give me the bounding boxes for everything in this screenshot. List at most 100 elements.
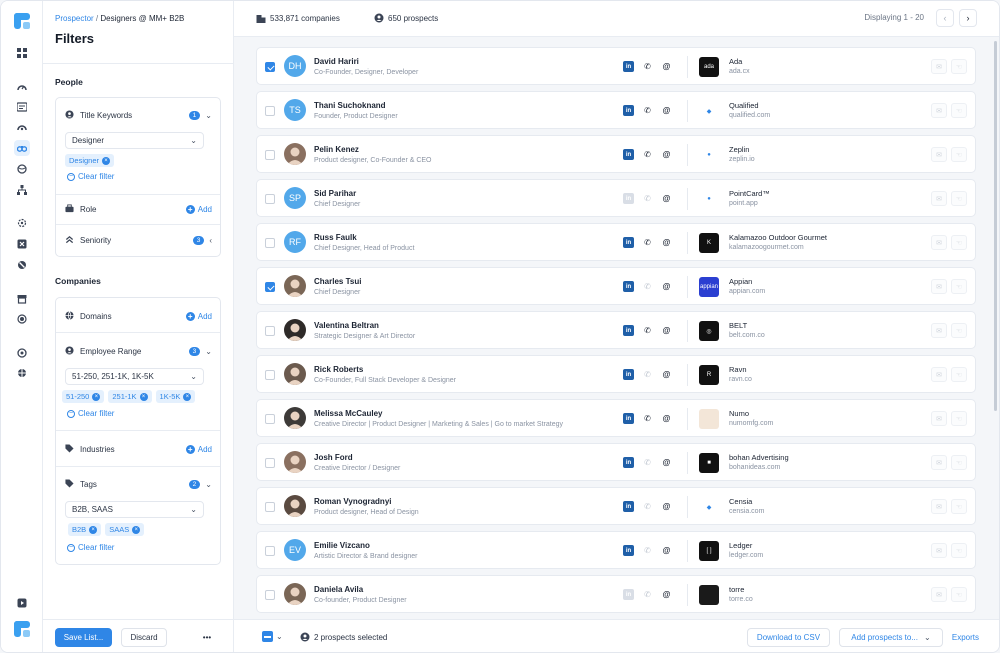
phone-icon[interactable]: ✆: [642, 413, 653, 424]
hand-icon[interactable]: ☜: [951, 455, 967, 470]
linkedin-icon[interactable]: in: [623, 413, 634, 424]
hand-icon[interactable]: ☜: [951, 103, 967, 118]
globe-icon[interactable]: [14, 161, 30, 177]
chevron-down-icon[interactable]: ⌄: [205, 480, 212, 489]
tag-chip[interactable]: SAAS ×: [105, 523, 145, 536]
row-checkbox[interactable]: [265, 62, 275, 72]
mail-icon[interactable]: ✉: [931, 455, 947, 470]
prospect-row[interactable]: RF Russ Faulk Chief Designer, Head of Pr…: [256, 223, 976, 261]
gauge-icon[interactable]: [14, 79, 30, 95]
company-name[interactable]: Qualified: [729, 101, 759, 110]
hand-icon[interactable]: ☜: [951, 543, 967, 558]
company-name[interactable]: Ada: [729, 57, 742, 66]
mail-icon[interactable]: ✉: [931, 279, 947, 294]
save-list-button[interactable]: Save List...: [55, 628, 112, 647]
linkedin-icon[interactable]: in: [623, 149, 634, 160]
phone-icon[interactable]: ✆: [642, 281, 653, 292]
phone-icon[interactable]: ✆: [642, 149, 653, 160]
linkedin-icon[interactable]: in: [623, 325, 634, 336]
linkedin-icon[interactable]: in: [623, 193, 634, 204]
at-icon[interactable]: @: [661, 193, 672, 204]
prospect-row[interactable]: EV Emilie Vizcano Artistic Director & Br…: [256, 531, 976, 569]
record-icon[interactable]: [14, 311, 30, 327]
row-checkbox[interactable]: [265, 238, 275, 248]
more-options-button[interactable]: •••: [193, 628, 221, 647]
tag-chip[interactable]: 1K-5K ×: [155, 390, 196, 403]
store-icon[interactable]: [14, 291, 30, 307]
role-add-button[interactable]: + Add: [185, 204, 212, 214]
linkedin-icon[interactable]: in: [623, 237, 634, 248]
phone-icon[interactable]: ✆: [642, 501, 653, 512]
linkedin-icon[interactable]: in: [623, 369, 634, 380]
prospect-name[interactable]: Emilie Vizcano: [314, 541, 370, 550]
prospect-name[interactable]: Russ Faulk: [314, 233, 357, 242]
company-name[interactable]: Kalamazoo Outdoor Gourmet: [729, 233, 827, 242]
tags-select[interactable]: B2B, SAAS ⌄: [65, 501, 204, 518]
company-name[interactable]: torre: [729, 585, 744, 594]
row-checkbox[interactable]: [265, 106, 275, 116]
mail-icon[interactable]: ✉: [931, 543, 947, 558]
target-icon[interactable]: [14, 215, 30, 231]
linkedin-icon[interactable]: in: [623, 589, 634, 600]
remove-tag-icon[interactable]: ×: [183, 392, 192, 401]
at-icon[interactable]: @: [661, 413, 672, 424]
tag-chip[interactable]: Designer ×: [65, 154, 115, 167]
remove-tag-icon[interactable]: ×: [102, 156, 111, 165]
employee-range-select[interactable]: 51-250, 251-1K, 1K-5K ⌄: [65, 368, 204, 385]
at-icon[interactable]: @: [661, 545, 672, 556]
company-name[interactable]: Ledger: [729, 541, 752, 550]
seniority-filter[interactable]: Seniority 3 ‹: [65, 233, 212, 247]
industries-add-button[interactable]: + Add: [185, 444, 212, 454]
company-name[interactable]: bohan Advertising: [729, 453, 789, 462]
prospect-name[interactable]: Melissa McCauley: [314, 409, 382, 418]
hand-icon[interactable]: ☜: [951, 279, 967, 294]
mail-icon[interactable]: ✉: [931, 499, 947, 514]
at-icon[interactable]: @: [661, 149, 672, 160]
company-name[interactable]: PointCard™: [729, 189, 770, 198]
mail-icon[interactable]: ✉: [931, 147, 947, 162]
phone-icon[interactable]: ✆: [642, 193, 653, 204]
row-checkbox[interactable]: [265, 194, 275, 204]
prospect-name[interactable]: Valentina Beltran: [314, 321, 379, 330]
hand-icon[interactable]: ☜: [951, 411, 967, 426]
mail-icon[interactable]: ✉: [931, 587, 947, 602]
row-checkbox[interactable]: [265, 458, 275, 468]
hand-icon[interactable]: ☜: [951, 235, 967, 250]
hand-icon[interactable]: ☜: [951, 191, 967, 206]
binoculars-icon[interactable]: [14, 140, 30, 156]
prospect-row[interactable]: Daniela Avila Co-founder, Product Design…: [256, 575, 976, 613]
company-name[interactable]: Censia: [729, 497, 752, 506]
domains-add-button[interactable]: + Add: [185, 311, 212, 321]
mail-icon[interactable]: ✉: [931, 323, 947, 338]
at-icon[interactable]: @: [661, 325, 672, 336]
exports-link[interactable]: Exports: [952, 633, 979, 642]
linkedin-icon[interactable]: in: [623, 501, 634, 512]
linkedin-icon[interactable]: in: [623, 545, 634, 556]
list-icon[interactable]: [14, 99, 30, 115]
tags-filter[interactable]: Tags 2 ⌄: [65, 477, 212, 491]
company-name[interactable]: Appian: [729, 277, 752, 286]
at-icon[interactable]: @: [661, 237, 672, 248]
phone-icon[interactable]: ✆: [642, 61, 653, 72]
scrollbar[interactable]: [994, 41, 997, 411]
prospect-row[interactable]: Rick Roberts Co-Founder, Full Stack Deve…: [256, 355, 976, 393]
hand-icon[interactable]: ☜: [951, 323, 967, 338]
speed-icon[interactable]: [14, 119, 30, 135]
settings-icon[interactable]: [14, 345, 30, 361]
prospect-name[interactable]: Rick Roberts: [314, 365, 363, 374]
remove-tag-icon[interactable]: ×: [92, 392, 101, 401]
prospect-row[interactable]: Charles Tsui Chief Designer in ✆ @ appia…: [256, 267, 976, 305]
company-name[interactable]: BELT: [729, 321, 747, 330]
employee-range-filter[interactable]: Employee Range 3 ⌄: [65, 344, 212, 358]
clear-filter-link[interactable]: − Clear filter: [67, 172, 114, 181]
prospect-row[interactable]: Melissa McCauley Creative Director | Pro…: [256, 399, 976, 437]
discard-button[interactable]: Discard: [121, 628, 167, 647]
phone-icon[interactable]: ✆: [642, 589, 653, 600]
prospect-name[interactable]: Thani Suchoknand: [314, 101, 386, 110]
prospect-name[interactable]: David Hariri: [314, 57, 359, 66]
industries-filter[interactable]: Industries + Add: [65, 442, 212, 456]
compass-icon[interactable]: [14, 365, 30, 381]
company-name[interactable]: Zeplin: [729, 145, 749, 154]
prospect-row[interactable]: Valentina Beltran Strategic Designer & A…: [256, 311, 976, 349]
row-checkbox[interactable]: [265, 590, 275, 600]
